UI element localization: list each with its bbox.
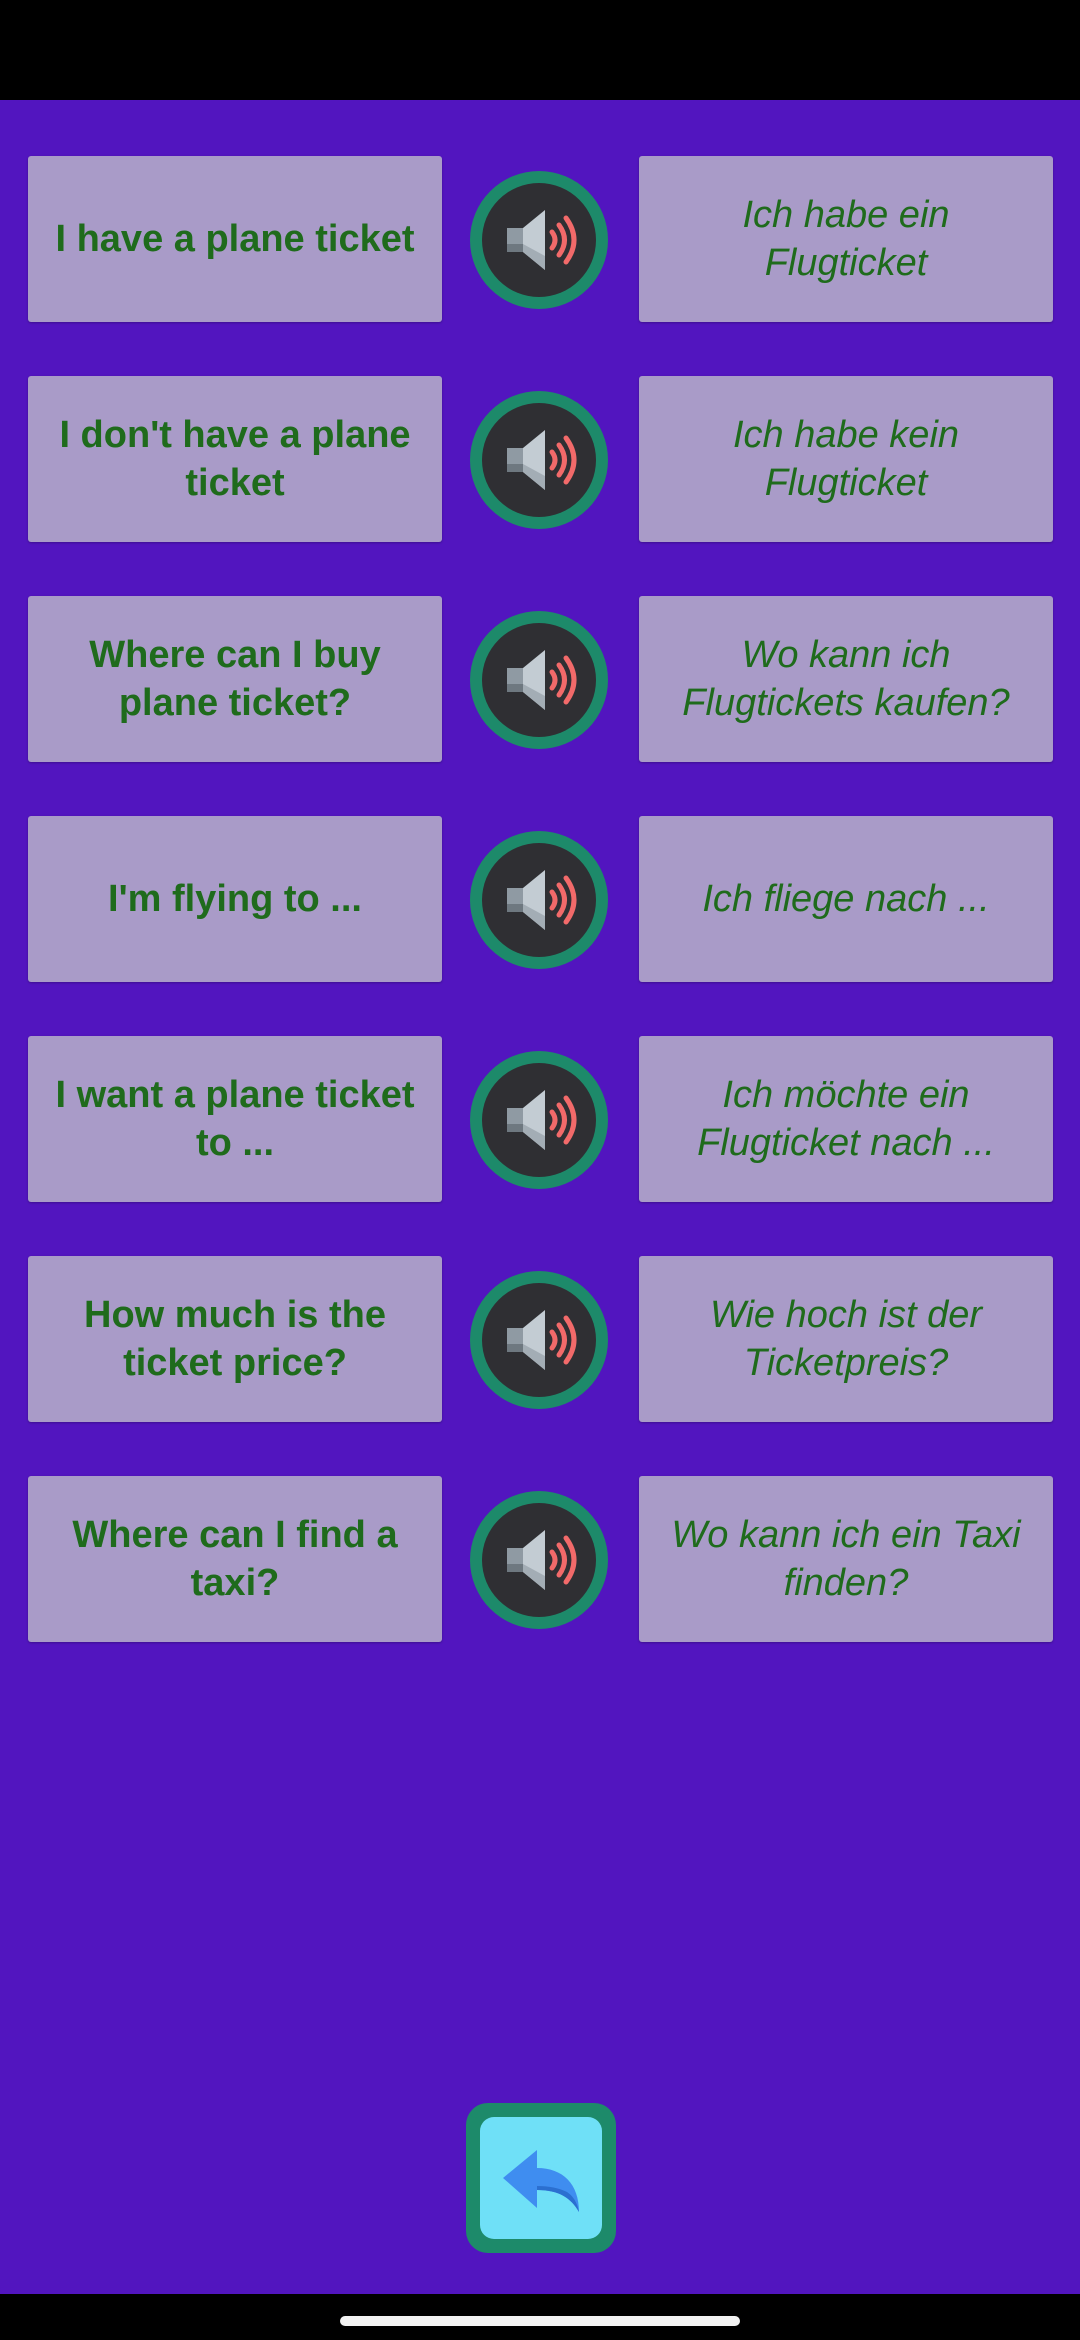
play-audio-button[interactable]: [470, 831, 608, 969]
phrase-row: I have a plane ticket Ich habe ein Flugt…: [0, 156, 1080, 322]
play-audio-button[interactable]: [470, 171, 608, 309]
english-phrase-card[interactable]: Where can I buy plane ticket?: [28, 596, 442, 762]
english-phrase-card[interactable]: Where can I find a taxi?: [28, 1476, 442, 1642]
back-button[interactable]: [466, 2103, 616, 2253]
speaker-icon: [482, 1063, 596, 1177]
phrase-list-screen: I have a plane ticket Ich habe ein Flugt…: [0, 100, 1080, 2294]
play-audio-button[interactable]: [470, 1051, 608, 1189]
english-phrase-card[interactable]: I don't have a plane ticket: [28, 376, 442, 542]
german-phrase-card[interactable]: Wie hoch ist der Ticketpreis?: [639, 1256, 1053, 1422]
play-audio-button[interactable]: [470, 611, 608, 749]
phrase-row: I want a plane ticket to ... Ich möchte …: [0, 1036, 1080, 1202]
phrase-row: Where can I find a taxi? Wo kann ich ein…: [0, 1476, 1080, 1642]
home-indicator[interactable]: [340, 2316, 740, 2326]
phrase-row: I'm flying to ... Ich fliege nach ...: [0, 816, 1080, 982]
german-phrase-card[interactable]: Wo kann ich Flugtickets kaufen?: [639, 596, 1053, 762]
phrase-row: I don't have a plane ticket Ich habe kei…: [0, 376, 1080, 542]
back-arrow-icon: [480, 2117, 602, 2239]
english-phrase-card[interactable]: I want a plane ticket to ...: [28, 1036, 442, 1202]
phrase-row: Where can I buy plane ticket? Wo kann ic…: [0, 596, 1080, 762]
speaker-icon: [482, 1283, 596, 1397]
english-phrase-card[interactable]: How much is the ticket price?: [28, 1256, 442, 1422]
speaker-icon: [482, 403, 596, 517]
speaker-icon: [482, 843, 596, 957]
play-audio-button[interactable]: [470, 1271, 608, 1409]
german-phrase-card[interactable]: Ich möchte ein Flugticket nach ...: [639, 1036, 1053, 1202]
status-bar: [0, 0, 1080, 100]
german-phrase-card[interactable]: Wo kann ich ein Taxi finden?: [639, 1476, 1053, 1642]
english-phrase-card[interactable]: I'm flying to ...: [28, 816, 442, 982]
german-phrase-card[interactable]: Ich fliege nach ...: [639, 816, 1053, 982]
german-phrase-card[interactable]: Ich habe ein Flugticket: [639, 156, 1053, 322]
play-audio-button[interactable]: [470, 1491, 608, 1629]
play-audio-button[interactable]: [470, 391, 608, 529]
speaker-icon: [482, 183, 596, 297]
english-phrase-card[interactable]: I have a plane ticket: [28, 156, 442, 322]
phrase-row: How much is the ticket price? Wie hoch i…: [0, 1256, 1080, 1422]
german-phrase-card[interactable]: Ich habe kein Flugticket: [639, 376, 1053, 542]
speaker-icon: [482, 1503, 596, 1617]
speaker-icon: [482, 623, 596, 737]
